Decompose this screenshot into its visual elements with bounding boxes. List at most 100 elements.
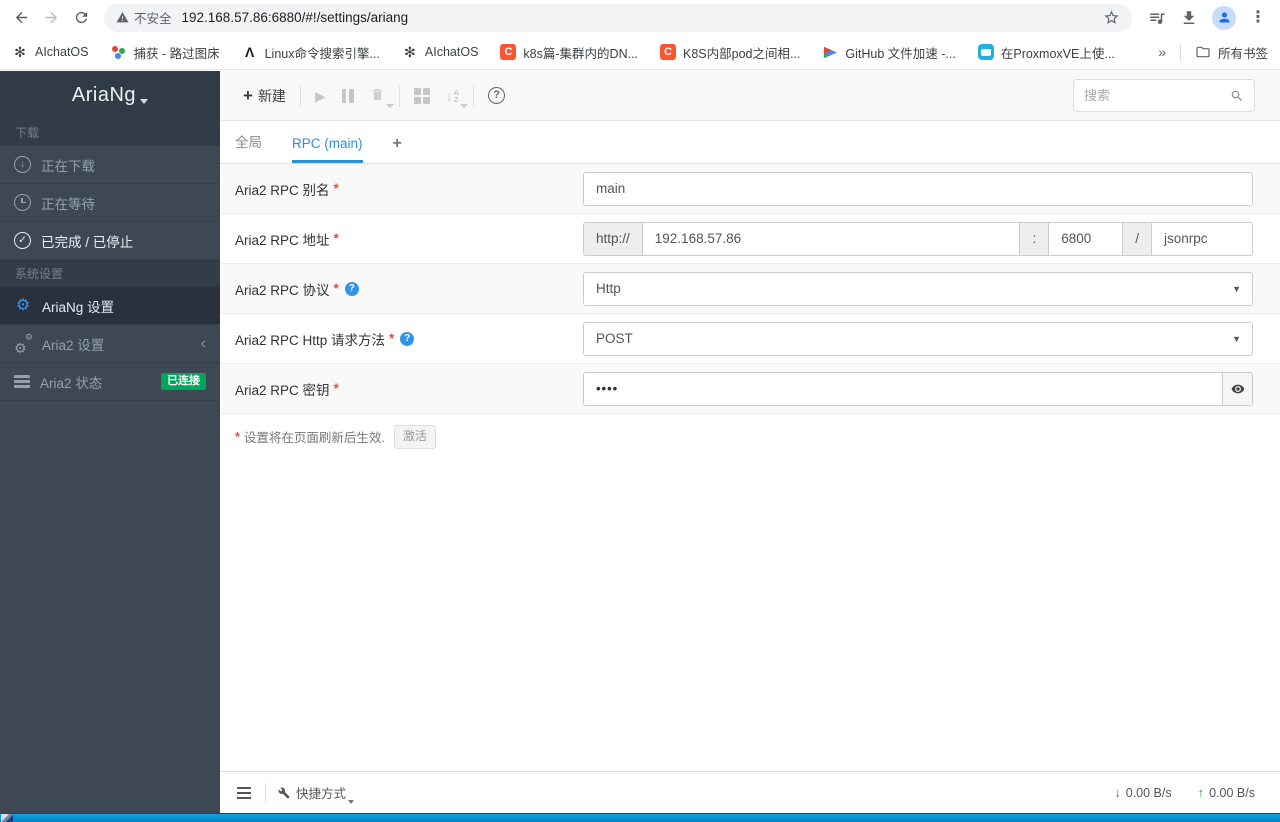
required-mark: *: [333, 381, 339, 396]
secret-input-group: [583, 371, 1253, 406]
start-button[interactable]: ▶: [307, 81, 334, 111]
refresh-icon[interactable]: [68, 5, 94, 31]
protocol-select[interactable]: Http ▼: [583, 271, 1253, 306]
bookmark-k8s-pod[interactable]: C K8S内部pod之间相...: [660, 43, 800, 62]
sidebar-item-label: 正在等待: [41, 196, 95, 212]
profile-avatar[interactable]: [1212, 5, 1236, 30]
shortcuts-label: 快捷方式: [296, 787, 347, 801]
all-bookmarks-label: 所有书签: [1217, 46, 1268, 61]
app-logo[interactable]: AriaNg: [0, 71, 220, 119]
play-icon: ▶: [314, 87, 326, 104]
bookmark-star-icon[interactable]: [1103, 9, 1120, 26]
lambda-icon: Λ: [244, 44, 255, 60]
security-chip[interactable]: 不安全: [116, 8, 182, 27]
eye-icon: [1231, 384, 1244, 393]
bookmarks-overflow-chevron[interactable]: »: [1158, 44, 1166, 60]
activate-button[interactable]: 激活: [393, 425, 436, 449]
sidebar-item-stopped[interactable]: ✓ 已完成 / 已停止: [0, 222, 220, 260]
download-speed: ↓ 0.00 B/s: [1114, 786, 1171, 800]
secret-input[interactable]: [583, 371, 1223, 406]
bookmarks-bar: ✻ AIchatOS 捕获 - 路过图床 Λ Linux命令搜索引擎... ✻ …: [0, 35, 1280, 70]
sidebar-item-label: Aria2 状态: [40, 375, 103, 391]
divider: [265, 782, 266, 803]
browser-menu-icon[interactable]: ⋮: [1250, 9, 1266, 26]
search-input[interactable]: [1084, 88, 1230, 103]
media-playlist-icon[interactable]: [1148, 9, 1166, 27]
bookmark-proxmox[interactable]: 在ProxmoxVE上使...: [977, 43, 1115, 62]
bookmarks-right: » 所有书签: [1158, 43, 1268, 62]
all-bookmarks-button[interactable]: 所有书签: [1195, 43, 1268, 62]
tab-global[interactable]: 全局: [235, 131, 262, 163]
help-button[interactable]: ?: [480, 81, 513, 111]
bookmark-k8s-dns[interactable]: C k8s篇-集群内的DN...: [500, 43, 638, 62]
bookmark-label: Linux命令搜索引擎...: [264, 46, 380, 61]
divider: [398, 84, 400, 107]
add-rpc-tab-button[interactable]: +: [393, 135, 402, 163]
sidebar-section-download: 下载: [0, 119, 220, 146]
form-row-secret: Aria2 RPC 密钥 *: [220, 364, 1280, 414]
hamburger-icon[interactable]: [235, 783, 253, 803]
help-icon[interactable]: ?: [400, 331, 415, 346]
sidebar-item-aria2-status[interactable]: Aria2 状态 已连接: [0, 363, 220, 401]
sidebar-item-downloading[interactable]: ↓ 正在下载: [0, 146, 220, 184]
address-input-group: http:// : /: [583, 221, 1253, 256]
gears-icon: ⚙ ⚙: [14, 331, 33, 356]
help-icon[interactable]: ?: [344, 281, 359, 296]
app-title: AriaNg: [71, 83, 137, 106]
address-bar[interactable]: 不安全 192.168.57.86:6880/#!/settings/arian…: [104, 3, 1132, 32]
sidebar-item-ariang-settings[interactable]: ⚙ AriaNg 设置: [0, 287, 220, 325]
delete-button[interactable]: [362, 81, 394, 111]
alias-label: Aria2 RPC 别名 *: [235, 181, 339, 198]
bookmark-linux-cmd[interactable]: Λ Linux命令搜索引擎...: [242, 43, 380, 62]
secret-label: Aria2 RPC 密钥 *: [235, 381, 339, 398]
warning-icon: [116, 12, 129, 23]
openai-icon: ✻: [14, 44, 26, 60]
new-task-button[interactable]: + 新建: [235, 81, 294, 111]
alias-input[interactable]: [583, 171, 1253, 206]
required-mark: *: [333, 181, 339, 196]
caret-down-icon: [140, 98, 149, 104]
rpc-port-input[interactable]: [1048, 221, 1124, 256]
taskbar-edge-strip: [0, 813, 1280, 822]
new-task-label: 新建: [257, 87, 286, 104]
bookmark-image-host[interactable]: 捕获 - 路过图床: [111, 43, 220, 62]
view-grid-button[interactable]: [406, 81, 438, 111]
show-secret-button[interactable]: [1222, 371, 1253, 406]
sidebar-item-waiting[interactable]: 正在等待: [0, 184, 220, 222]
forward-icon[interactable]: [38, 5, 64, 31]
method-select[interactable]: POST ▼: [583, 321, 1253, 356]
sidebar-item-label: Aria2 设置: [42, 337, 105, 353]
bookmark-github-accel[interactable]: GitHub 文件加速 -...: [822, 43, 956, 62]
bookmark-label: GitHub 文件加速 -...: [845, 46, 956, 61]
bookmark-aichatos-2[interactable]: ✻ AIchatOS: [402, 44, 478, 60]
sidebar: AriaNg 下载 ↓ 正在下载 正在等待 ✓ 已完成 / 已停止 系统设置 ⚙…: [0, 71, 220, 813]
sidebar-item-label: 正在下载: [41, 158, 95, 174]
clock-icon: [14, 194, 31, 211]
search-icon: [1231, 90, 1242, 101]
download-arrow-icon: ↓: [1114, 785, 1121, 800]
method-value: POST: [596, 331, 633, 346]
csdn-icon: C: [660, 44, 677, 60]
main-content: + 新建 ▶ ↓ AZ ? 搜索 全局 RPC (main) + Aria2 R…: [220, 71, 1280, 813]
url-text[interactable]: 192.168.57.86:6880/#!/settings/ariang: [182, 10, 1095, 25]
method-label: Aria2 RPC Http 请求方法 * ?: [235, 329, 583, 349]
note-text: 设置将在页面刷新后生效.: [243, 431, 385, 446]
downloads-icon[interactable]: [1180, 9, 1198, 27]
divider: [1179, 43, 1181, 61]
openai-icon: ✻: [404, 44, 416, 60]
search-box[interactable]: [1073, 79, 1255, 112]
settings-note: * 设置将在页面刷新后生效. 激活: [220, 414, 1280, 460]
sort-button[interactable]: ↓ AZ: [438, 81, 469, 111]
rpc-host-input[interactable]: [641, 221, 1021, 256]
rpc-path-input[interactable]: [1151, 221, 1253, 256]
wrench-icon: [278, 787, 290, 798]
bookmark-label: K8S内部pod之间相...: [683, 46, 801, 61]
divider: [299, 84, 301, 107]
shortcuts-button[interactable]: 快捷方式: [278, 783, 355, 804]
sidebar-item-aria2-settings[interactable]: ⚙ ⚙ Aria2 设置 ‹: [0, 325, 220, 363]
tab-rpc-main[interactable]: RPC (main): [292, 136, 363, 163]
pause-button[interactable]: [334, 81, 362, 111]
bookmark-aichatos-1[interactable]: ✻ AIchatOS: [12, 44, 88, 60]
back-icon[interactable]: [8, 5, 34, 31]
required-mark: *: [333, 281, 339, 296]
